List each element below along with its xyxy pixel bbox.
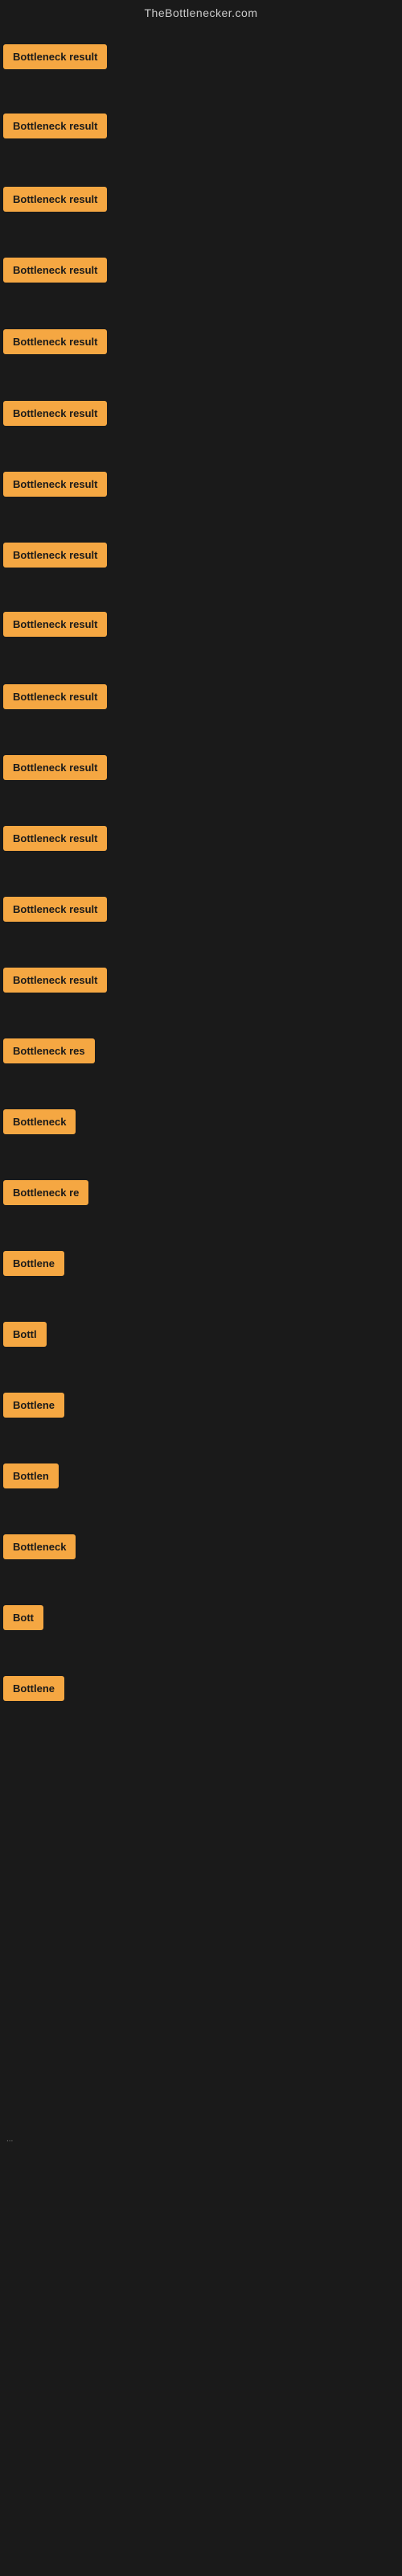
bottleneck-card-11[interactable]: Bottleneck result [3, 755, 107, 780]
ellipsis-container: ... [0, 1740, 402, 2223]
bottleneck-card-10[interactable]: Bottleneck result [3, 684, 107, 709]
bottleneck-card-9[interactable]: Bottleneck result [3, 612, 107, 637]
bottleneck-card-12[interactable]: Bottleneck result [3, 826, 107, 851]
bottleneck-card-23[interactable]: Bott [3, 1605, 43, 1630]
bottleneck-card-21[interactable]: Bottlen [3, 1463, 59, 1488]
bottleneck-card-19[interactable]: Bottl [3, 1322, 47, 1347]
page-wrapper: TheBottlenecker.com Bottleneck resultBot… [0, 0, 402, 2576]
ellipsis-label: ... [3, 2132, 16, 2147]
bottleneck-card-20[interactable]: Bottlene [3, 1393, 64, 1418]
bottleneck-card-2[interactable]: Bottleneck result [3, 114, 107, 138]
bottleneck-card-17[interactable]: Bottleneck re [3, 1180, 88, 1205]
bottleneck-card-18[interactable]: Bottlene [3, 1251, 64, 1276]
site-title: TheBottlenecker.com [144, 6, 257, 19]
bottleneck-card-14[interactable]: Bottleneck result [3, 968, 107, 993]
bottleneck-card-6[interactable]: Bottleneck result [3, 401, 107, 426]
bottleneck-card-8[interactable]: Bottleneck result [3, 543, 107, 568]
bottleneck-card-7[interactable]: Bottleneck result [3, 472, 107, 497]
bottleneck-card-4[interactable]: Bottleneck result [3, 258, 107, 283]
bottleneck-card-15[interactable]: Bottleneck res [3, 1038, 95, 1063]
bottleneck-card-22[interactable]: Bottleneck [3, 1534, 76, 1559]
site-header: TheBottlenecker.com [0, 0, 402, 23]
bottleneck-card-5[interactable]: Bottleneck result [3, 329, 107, 354]
bottleneck-card-3[interactable]: Bottleneck result [3, 187, 107, 212]
cards-container: Bottleneck result Bottleneck result Bottle… [0, 23, 402, 1740]
bottleneck-card-24[interactable]: Bottlene [3, 1676, 64, 1701]
bottleneck-card-16[interactable]: Bottleneck [3, 1109, 76, 1134]
bottleneck-card-1[interactable]: Bottleneck result [3, 44, 107, 69]
bottleneck-card-13[interactable]: Bottleneck result [3, 897, 107, 922]
